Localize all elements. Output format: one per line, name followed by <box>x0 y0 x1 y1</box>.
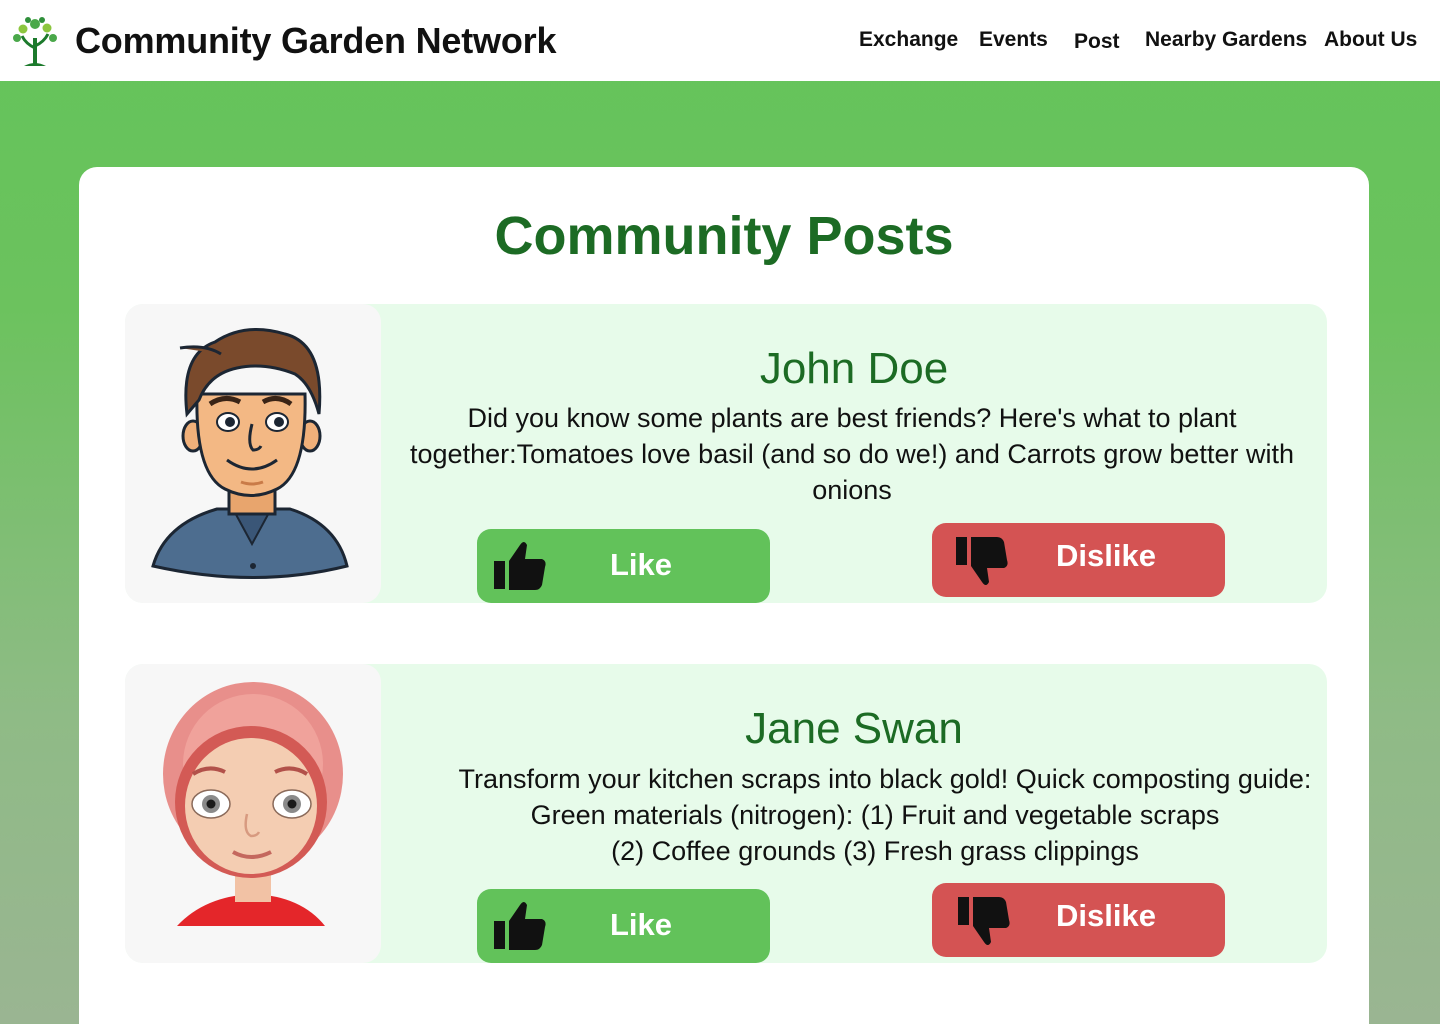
dislike-button[interactable]: Dislike <box>932 523 1225 597</box>
top-navigation-bar: Community Garden Network Exchange Events… <box>0 0 1440 81</box>
thumbs-down-icon <box>956 537 1008 585</box>
post-author-name: Jane Swan <box>745 704 963 753</box>
nav-link-nearby-gardens[interactable]: Nearby Gardens <box>1145 28 1307 52</box>
dislike-button-label: Dislike <box>1056 538 1156 573</box>
like-button-label: Like <box>610 907 673 942</box>
post-text-line: onions <box>812 475 892 505</box>
post-text: Did you know some plants are best friend… <box>379 400 1325 508</box>
thumbs-up-icon <box>494 542 546 590</box>
post-text: Transform your kitchen scraps into black… <box>402 761 1348 869</box>
like-button[interactable]: Like <box>477 529 770 603</box>
post-card: John Doe Did you know some plants are be… <box>125 304 1327 603</box>
avatar <box>125 304 381 603</box>
like-button-label: Like <box>610 547 673 582</box>
avatar <box>125 664 381 963</box>
thumbs-up-icon <box>494 902 546 950</box>
post-text-line: together:Tomatoes love basil (and so do … <box>410 439 1294 469</box>
nav-link-exchange[interactable]: Exchange <box>859 28 958 52</box>
dislike-button[interactable]: Dislike <box>932 883 1225 957</box>
tree-logo-icon[interactable] <box>12 16 58 68</box>
post-text-line: Green materials (nitrogen): (1) Fruit an… <box>530 800 1220 830</box>
cartoon-man-avatar-icon <box>151 328 349 579</box>
like-button[interactable]: Like <box>477 889 770 963</box>
nav-link-events[interactable]: Events <box>979 28 1048 52</box>
dislike-button-label: Dislike <box>1056 898 1156 933</box>
cartoon-girl-avatar-icon <box>163 682 343 926</box>
thumbs-down-icon <box>958 897 1010 945</box>
post-text-line: Transform your kitchen scraps into black… <box>458 764 1312 794</box>
nav-link-post[interactable]: Post <box>1074 30 1120 54</box>
post-author-name: John Doe <box>759 344 949 393</box>
page-title: Community Posts <box>494 206 954 266</box>
site-brand-name[interactable]: Community Garden Network <box>75 20 556 62</box>
post-text-line: (2) Coffee grounds (3) Fresh grass clipp… <box>611 836 1139 866</box>
post-card: Jane Swan Transform your kitchen scraps … <box>125 664 1327 963</box>
post-text-line: Did you know some plants are best friend… <box>467 403 1237 433</box>
nav-link-about-us[interactable]: About Us <box>1324 28 1417 52</box>
